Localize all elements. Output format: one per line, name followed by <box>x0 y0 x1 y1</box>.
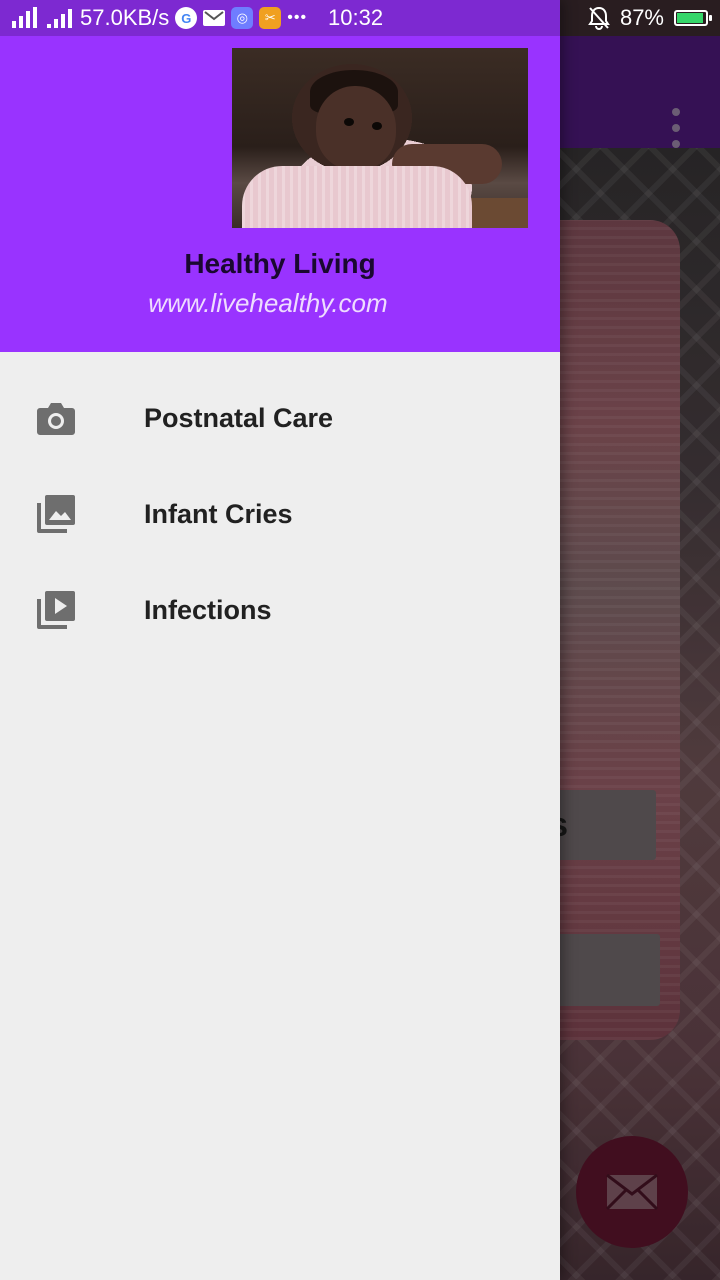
tools-icon: ✂ <box>259 7 282 29</box>
battery-charging-icon <box>674 10 712 26</box>
navigation-drawer: Healthy Living www.livehealthy.com Postn… <box>0 0 560 1280</box>
signal-icon <box>46 7 74 29</box>
camera-icon <box>36 398 76 438</box>
status-bar: 57.0KB/s G ◎ ✂ ••• 10:32 87% <box>0 0 720 36</box>
drawer-title: Healthy Living <box>184 248 376 279</box>
gallery-icon <box>36 494 76 534</box>
network-speed: 57.0KB/s <box>80 5 170 30</box>
menu-item-label: Postnatal Care <box>144 403 334 433</box>
drawer-menu: Postnatal Care Infant Cries Infections <box>0 370 560 658</box>
drawer-subtitle[interactable]: www.livehealthy.com <box>0 288 536 319</box>
menu-item-label: Infections <box>144 595 272 625</box>
menu-item-infections[interactable]: Infections <box>0 562 560 658</box>
gmail-icon <box>203 10 226 26</box>
header-baby-photo <box>232 48 528 228</box>
menu-item-label: Infant Cries <box>144 499 293 529</box>
drawer-header: Healthy Living www.livehealthy.com <box>0 0 560 352</box>
battery-percent: 87% <box>619 5 664 30</box>
video-library-icon <box>36 590 76 630</box>
menu-item-infant-cries[interactable]: Infant Cries <box>0 466 560 562</box>
signal-icon <box>10 7 40 29</box>
status-time: 10:32 <box>328 5 384 30</box>
google-icon: G <box>175 7 198 29</box>
more-notifications-indicator: ••• <box>287 9 308 26</box>
vpn-icon: ◎ <box>231 7 254 29</box>
alarm-off-icon <box>588 6 610 30</box>
menu-item-postnatal-care[interactable]: Postnatal Care <box>0 370 560 466</box>
